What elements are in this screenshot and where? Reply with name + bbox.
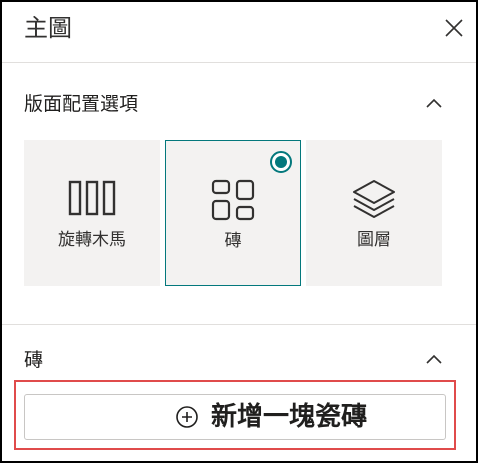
layout-option-carousel[interactable]: 旋轉木馬 (24, 140, 160, 286)
carousel-icon (68, 180, 116, 216)
layout-option-label: 磚 (224, 231, 242, 251)
chevron-up-icon (426, 98, 442, 108)
layout-option-label: 圖層 (357, 230, 391, 250)
tiles-section-collapse-button[interactable] (422, 348, 446, 372)
layout-options-title: 版面配置選項 (24, 93, 139, 115)
selected-radio-indicator (270, 151, 292, 173)
close-button[interactable] (442, 16, 466, 40)
section-divider (2, 324, 476, 325)
add-circle-icon (176, 406, 198, 428)
layout-options-header: 版面配置選項 (2, 84, 476, 124)
hero-properties-panel: 主圖 版面配置選項 旋轉木馬 磚 圖層 磚 新增一塊瓷磚 (0, 0, 478, 463)
chevron-up-icon (426, 354, 442, 364)
panel-header: 主圖 (2, 2, 476, 63)
layout-option-layers[interactable]: 圖層 (306, 140, 442, 286)
add-tile-button[interactable]: 新增一塊瓷磚 (24, 394, 446, 440)
layout-options-collapse-button[interactable] (422, 92, 446, 116)
layout-option-label: 旋轉木馬 (58, 230, 126, 250)
add-tile-label: 新增一塊瓷磚 (211, 402, 368, 432)
tiles-section-header: 磚 (2, 340, 476, 380)
layout-options-group: 旋轉木馬 磚 圖層 (24, 140, 442, 288)
layout-option-tiles[interactable]: 磚 (165, 140, 301, 286)
panel-title: 主圖 (24, 14, 72, 42)
tiles-section-title: 磚 (24, 349, 44, 371)
close-icon (445, 19, 463, 37)
tiles-icon (211, 179, 255, 221)
layers-icon (353, 180, 395, 218)
